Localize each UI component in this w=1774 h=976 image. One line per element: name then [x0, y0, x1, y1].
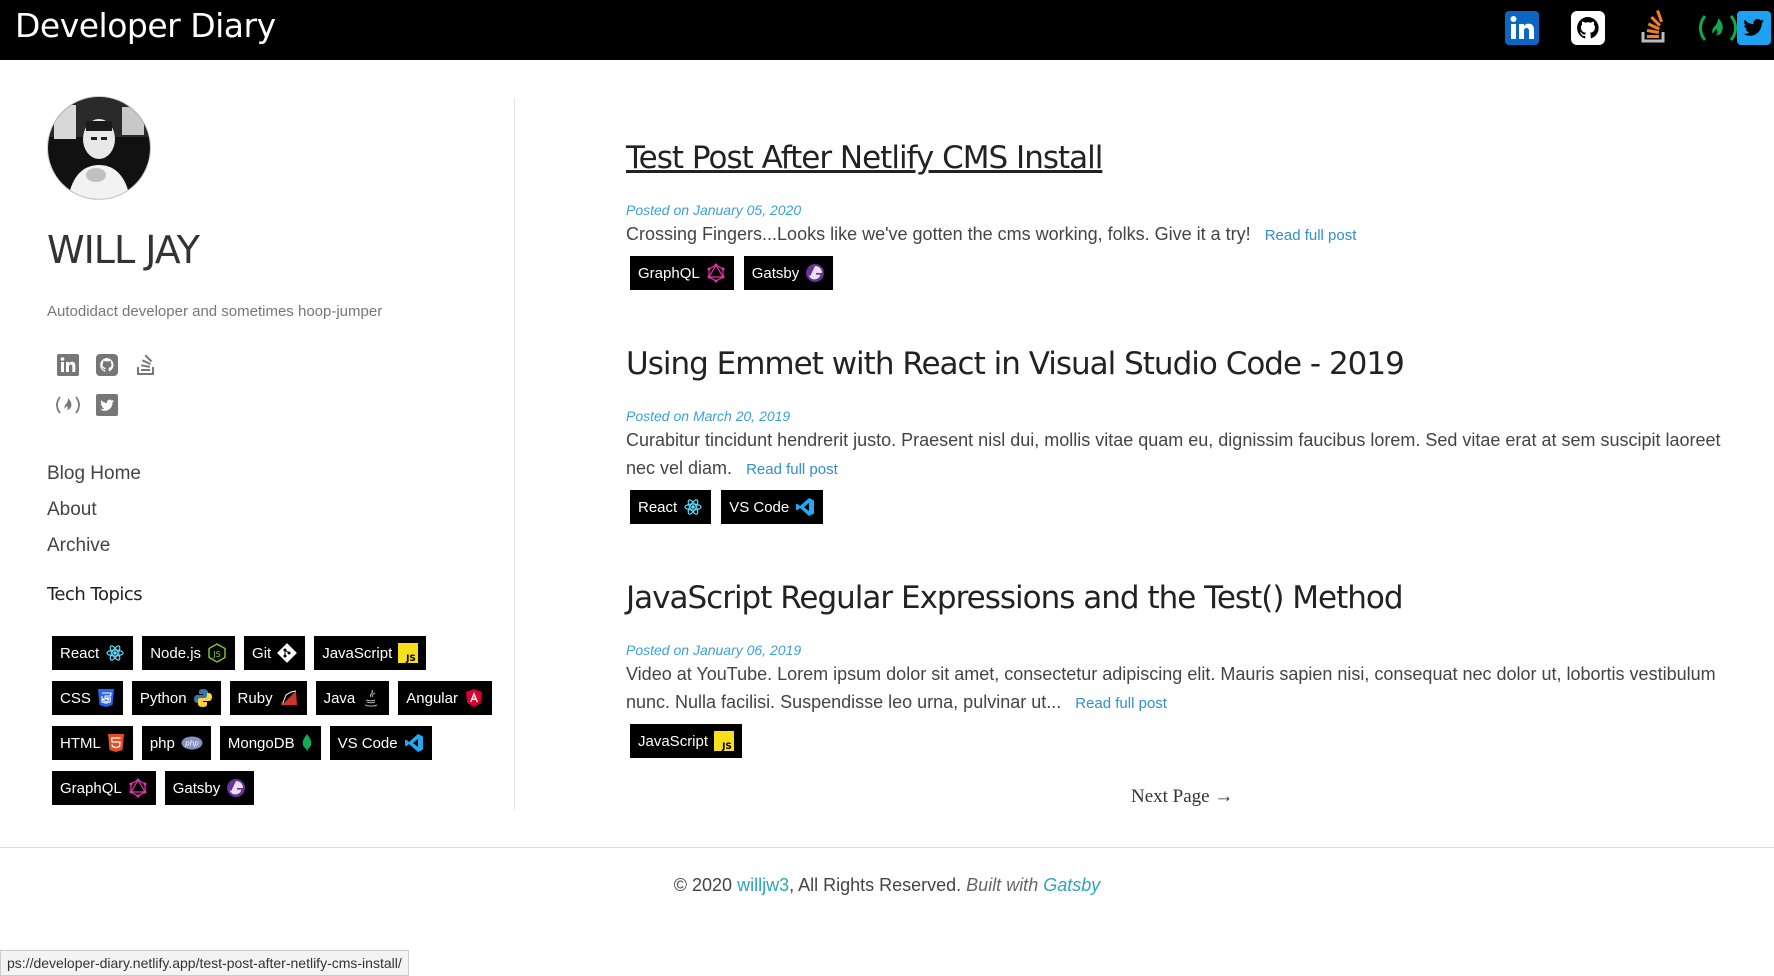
css-icon [97, 688, 115, 708]
next-page-link[interactable]: Next Page → [1131, 786, 1233, 808]
stackoverflow-icon[interactable] [1634, 8, 1674, 48]
post-title[interactable]: JavaScript Regular Expressions and the T… [626, 580, 1726, 616]
read-full-post-link[interactable]: Read full post [1075, 695, 1167, 712]
topic-tag-html[interactable]: HTML [52, 726, 133, 760]
nodejs-icon: JS [207, 643, 227, 663]
github-icon[interactable] [1568, 8, 1608, 48]
tag-graphql[interactable]: GraphQL [630, 256, 734, 290]
svg-text:JS: JS [212, 650, 220, 659]
post-date: Posted on March 20, 2019 [626, 408, 791, 424]
github-icon[interactable] [94, 352, 120, 378]
read-full-post-link[interactable]: Read full post [746, 461, 838, 478]
topic-tag-vscode[interactable]: VS Code [329, 726, 432, 760]
topic-tag-gatsby[interactable]: Gatsby [164, 771, 255, 805]
topic-tag-java[interactable]: Java [315, 681, 390, 715]
svg-text:JS: JS [721, 742, 732, 751]
freecodecamp-icon[interactable] [55, 392, 81, 418]
post-date: Posted on January 05, 2020 [626, 202, 802, 218]
ruby-icon [279, 688, 299, 708]
tech-topics-list: React Node.js JS Git JavaScript JS CSS Python Ru… [52, 636, 512, 816]
nav-about[interactable]: About [47, 492, 141, 528]
python-icon [193, 688, 213, 708]
post-card: JavaScript Regular Expressions and the T… [626, 580, 1726, 769]
react-icon [683, 497, 703, 517]
mongodb-icon [301, 733, 313, 753]
tag-gatsby[interactable]: Gatsby [743, 256, 834, 290]
svg-text:JS: JS [405, 654, 416, 663]
tag-javascript[interactable]: JavaScript JS [630, 724, 743, 758]
tag-react[interactable]: React [630, 490, 712, 524]
topic-tag-mongodb[interactable]: MongoDB [219, 726, 321, 760]
graphql-icon [128, 778, 148, 798]
top-navbar: Developer Diary [0, 0, 1774, 60]
post-tags: GraphQL Gatsby [630, 256, 1726, 301]
topic-tag-nodejs[interactable]: Node.js JS [142, 636, 236, 670]
topic-tag-angular[interactable]: Angular [398, 681, 492, 715]
post-tags: JavaScript JS [630, 724, 1726, 769]
browser-status-url: ps://developer-diary.netlify.app/test-po… [0, 950, 409, 976]
topic-tag-ruby[interactable]: Ruby [229, 681, 307, 715]
svg-text:php: php [184, 740, 199, 748]
footer-divider [0, 847, 1774, 848]
post-excerpt: Curabitur tincidunt hendrerit justo. Pra… [626, 430, 1721, 478]
topic-tag-javascript[interactable]: JavaScript JS [314, 636, 427, 670]
sidebar-nav: Blog Home About Archive [47, 456, 141, 564]
post-excerpt: Video at YouTube. Lorem ipsum dolor sit … [626, 664, 1716, 712]
vscode-icon [795, 497, 815, 517]
git-icon [277, 643, 298, 663]
post-title[interactable]: Using Emmet with React in Visual Studio … [626, 346, 1726, 382]
footer: © 2020 willjw3, All Rights Reserved. Bui… [673, 875, 1101, 895]
twitter-icon[interactable] [94, 392, 120, 418]
post-excerpt: Crossing Fingers...Looks like we've gott… [626, 224, 1357, 244]
topic-tag-css[interactable]: CSS [52, 681, 123, 715]
linkedin-icon[interactable] [55, 352, 81, 378]
topic-tag-python[interactable]: Python [131, 681, 221, 715]
footer-owner-link[interactable]: willjw3 [737, 875, 789, 895]
linkedin-icon[interactable] [1502, 8, 1542, 48]
html-icon [107, 733, 125, 753]
graphql-icon [706, 263, 726, 283]
javascript-icon: JS [714, 731, 735, 751]
sidebar: WILL JAY Autodidact developer and someti… [0, 60, 515, 810]
author-name: WILL JAY [47, 228, 200, 272]
topic-tag-react[interactable]: React [52, 636, 134, 670]
vscode-icon [404, 733, 424, 753]
post-date: Posted on January 06, 2019 [626, 642, 802, 658]
site-brand[interactable]: Developer Diary [15, 6, 276, 45]
twitter-icon[interactable] [1734, 8, 1774, 48]
read-full-post-link[interactable]: Read full post [1265, 227, 1357, 244]
nav-archive[interactable]: Archive [47, 528, 141, 564]
author-tagline: Autodidact developer and sometimes hoop-… [47, 303, 383, 320]
footer-gatsby-link[interactable]: Gatsby [1043, 875, 1100, 895]
topic-tag-graphql[interactable]: GraphQL [52, 771, 156, 805]
gatsby-icon [226, 778, 246, 798]
gatsby-icon [805, 263, 825, 283]
tag-vscode[interactable]: VS Code [721, 490, 824, 524]
tech-topics-heading: Tech Topics [47, 584, 143, 605]
php-icon: php [181, 736, 203, 750]
post-card: Using Emmet with React in Visual Studio … [626, 346, 1726, 535]
topic-tag-php[interactable]: php php [141, 726, 211, 760]
javascript-icon: JS [398, 643, 419, 663]
java-icon [361, 688, 381, 708]
react-icon [105, 643, 125, 663]
stackoverflow-icon[interactable] [133, 352, 159, 378]
topic-tag-git[interactable]: Git [244, 636, 306, 670]
angular-icon [464, 688, 484, 708]
sidebar-divider [514, 98, 515, 810]
post-tags: React VS Code [630, 490, 1726, 535]
nav-blog-home[interactable]: Blog Home [47, 456, 141, 492]
post-title[interactable]: Test Post After Netlify CMS Install [626, 140, 1726, 176]
post-card: Test Post After Netlify CMS Install Post… [626, 140, 1726, 301]
avatar [47, 96, 151, 200]
